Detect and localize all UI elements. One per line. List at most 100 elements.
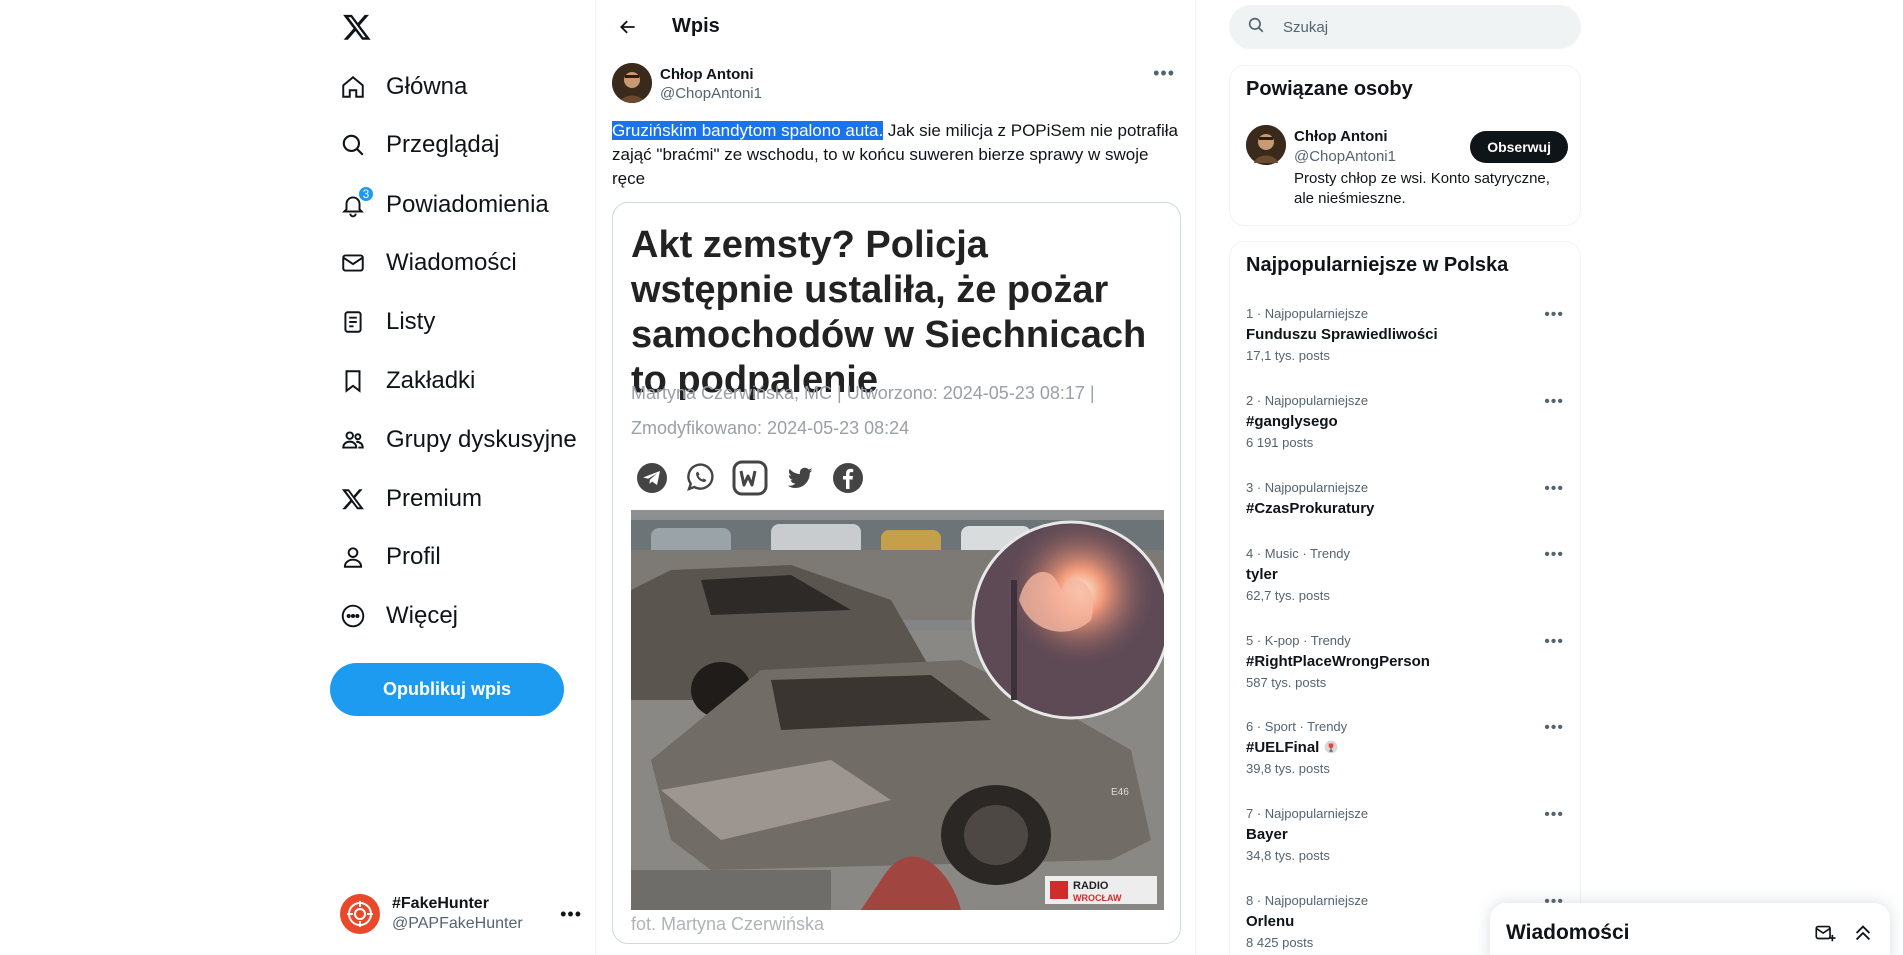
- related-person-handle[interactable]: @ChopAntoni1: [1294, 148, 1396, 165]
- search-icon: [1247, 16, 1265, 39]
- nav-label-explore: Przeglądaj: [386, 131, 500, 158]
- facebook-icon[interactable]: [831, 461, 865, 495]
- list-icon: [340, 309, 366, 335]
- tweet-header: Chłop Antoni @ChopAntoni1 •••: [612, 63, 1181, 107]
- bookmark-icon: [340, 368, 366, 394]
- mail-icon: [340, 250, 366, 276]
- nav-label-notifications: Powiadomienia: [386, 191, 549, 218]
- nav-label-more: Więcej: [386, 602, 459, 629]
- trend-title: #ganglysego: [1246, 413, 1338, 430]
- related-person-name[interactable]: Chłop Antoni: [1294, 128, 1396, 145]
- tweet-author-name[interactable]: Chłop Antoni: [660, 66, 762, 83]
- trend-more-icon[interactable]: •••: [1544, 806, 1564, 824]
- bell-icon: 3: [340, 186, 374, 218]
- photo-caption: fot. Martyna Czerwińska: [631, 914, 825, 934]
- publish-post-button[interactable]: Opublikuj wpis: [330, 663, 564, 716]
- search-box[interactable]: [1229, 5, 1581, 49]
- trend-more-icon[interactable]: •••: [1544, 393, 1564, 411]
- wykop-icon[interactable]: [731, 459, 769, 497]
- trend-meta: 6 · Sport · Trendy: [1246, 719, 1348, 734]
- expand-drawer-icon[interactable]: [1852, 922, 1874, 944]
- nav-label-messages: Wiadomości: [386, 249, 517, 276]
- link-preview-card[interactable]: Akt zemsty? Policja wstępnie ustaliła, ż…: [612, 202, 1181, 944]
- trophy-icon: [1324, 739, 1338, 756]
- search-icon: [340, 132, 366, 158]
- nav-label-home: Główna: [386, 73, 468, 100]
- trend-count: 6 191 posts: [1246, 435, 1314, 450]
- article-photo[interactable]: RADIO WROCŁAW E46: [631, 510, 1164, 910]
- trend-item[interactable]: 2 · Najpopularniejsze #ganglysego 6 191 …: [1230, 393, 1580, 463]
- share-icons-row: [635, 458, 865, 498]
- account-switcher[interactable]: #FakeHunter @PAPFakeHunter •••: [330, 882, 590, 946]
- follow-button[interactable]: Obserwuj: [1470, 131, 1568, 163]
- x-premium-icon: [340, 486, 366, 512]
- nav-label-communities: Grupy dyskusyjne: [386, 426, 577, 453]
- nav-label-bookmarks: Zakładki: [386, 367, 476, 394]
- card-byline: Martyna Czerwińska, MC | Utworzono: 2024…: [631, 383, 1095, 438]
- tweet-author-handle[interactable]: @ChopAntoni1: [660, 85, 762, 102]
- search-input[interactable]: [1283, 18, 1543, 36]
- trend-more-icon[interactable]: •••: [1544, 633, 1564, 651]
- trend-more-icon[interactable]: •••: [1544, 719, 1564, 737]
- notification-badge: 3: [358, 186, 374, 202]
- tweet-more-icon[interactable]: •••: [1147, 63, 1181, 84]
- trend-item[interactable]: 5 · K-pop · Trendy #RightPlaceWrongPerso…: [1230, 633, 1580, 703]
- whatsapp-icon[interactable]: [683, 461, 717, 495]
- tweet-text-selected: Gruzińskim bandytom spalono auta.: [612, 121, 884, 140]
- trend-meta: 1 · Najpopularniejsze: [1246, 306, 1369, 321]
- x-logo-icon[interactable]: [340, 10, 374, 44]
- trend-title: #CzasProkuratury: [1246, 500, 1375, 517]
- trend-title-text: #UELFinal: [1246, 739, 1320, 756]
- person-icon: [340, 544, 366, 570]
- trend-more-icon[interactable]: •••: [1544, 480, 1564, 498]
- back-arrow-icon[interactable]: [612, 11, 644, 43]
- related-people-title: Powiązane osoby: [1246, 78, 1413, 100]
- trend-item[interactable]: 3 · Najpopularniejsze #CzasProkuratury •…: [1230, 480, 1580, 550]
- nav-item-messages[interactable]: Wiadomości: [330, 238, 517, 288]
- trend-item[interactable]: 6 · Sport · Trendy #UELFinal 39,8 tys. p…: [1230, 719, 1580, 789]
- trend-title: tyler: [1246, 566, 1278, 583]
- nav-item-premium[interactable]: Premium: [330, 474, 482, 524]
- nav-item-bookmarks[interactable]: Zakładki: [330, 356, 475, 406]
- messages-drawer[interactable]: Wiadomości: [1490, 903, 1890, 955]
- new-message-icon[interactable]: [1814, 922, 1836, 944]
- trend-item[interactable]: 7 · Najpopularniejsze Bayer 34,8 tys. po…: [1230, 806, 1580, 876]
- trend-count: 17,1 tys. posts: [1246, 348, 1330, 363]
- related-person-avatar[interactable]: [1246, 125, 1286, 165]
- telegram-icon[interactable]: [635, 461, 669, 495]
- nav-item-profile[interactable]: Profil: [330, 532, 441, 582]
- trend-count: 62,7 tys. posts: [1246, 588, 1330, 603]
- trend-more-icon[interactable]: •••: [1544, 306, 1564, 324]
- page-title: Wpis: [672, 15, 720, 37]
- trend-meta: 7 · Najpopularniejsze: [1246, 806, 1369, 821]
- nav-item-notifications[interactable]: 3 Powiadomienia: [330, 180, 549, 230]
- home-icon: [340, 74, 366, 100]
- nav-label-profile: Profil: [386, 543, 441, 570]
- related-person[interactable]: Chłop Antoni @ChopAntoni1 Obserwuj Prost…: [1246, 125, 1568, 209]
- nav-item-more[interactable]: Więcej: [330, 591, 458, 641]
- trend-title: #RightPlaceWrongPerson: [1246, 653, 1430, 670]
- main-column: Wpis Chłop Antoni @ChopAntoni1 ••• Gruzi…: [595, 0, 1196, 955]
- twitter-icon[interactable]: [783, 461, 817, 495]
- nav-item-home[interactable]: Główna: [330, 62, 467, 112]
- nav-label-premium: Premium: [386, 485, 483, 512]
- communities-icon: [340, 427, 366, 453]
- account-more-icon[interactable]: •••: [560, 904, 582, 925]
- trend-count: 34,8 tys. posts: [1246, 848, 1330, 863]
- nav-item-explore[interactable]: Przeglądaj: [330, 120, 499, 170]
- tweet-author-avatar[interactable]: [612, 63, 652, 103]
- trend-item[interactable]: 4 · Music · Trendy tyler 62,7 tys. posts…: [1230, 546, 1580, 616]
- trend-more-icon[interactable]: •••: [1544, 546, 1564, 564]
- trend-item[interactable]: 1 · Najpopularniejsze Funduszu Sprawiedl…: [1230, 306, 1580, 376]
- left-navigation: Główna Przeglądaj 3 Powiadomienia Wiadom…: [330, 0, 600, 955]
- trend-title: Funduszu Sprawiedliwości: [1246, 326, 1438, 343]
- account-handle: @PAPFakeHunter: [392, 915, 523, 932]
- trend-title: Bayer: [1246, 826, 1288, 843]
- photo-plate-text: E46: [1111, 787, 1129, 798]
- trend-meta: 2 · Najpopularniejsze: [1246, 393, 1369, 408]
- nav-item-lists[interactable]: Listy: [330, 297, 435, 347]
- trend-meta: 3 · Najpopularniejsze: [1246, 480, 1369, 495]
- photo-watermark-line1: RADIO: [1073, 880, 1109, 892]
- more-circle-icon: [340, 603, 366, 629]
- nav-item-communities[interactable]: Grupy dyskusyjne: [330, 415, 577, 465]
